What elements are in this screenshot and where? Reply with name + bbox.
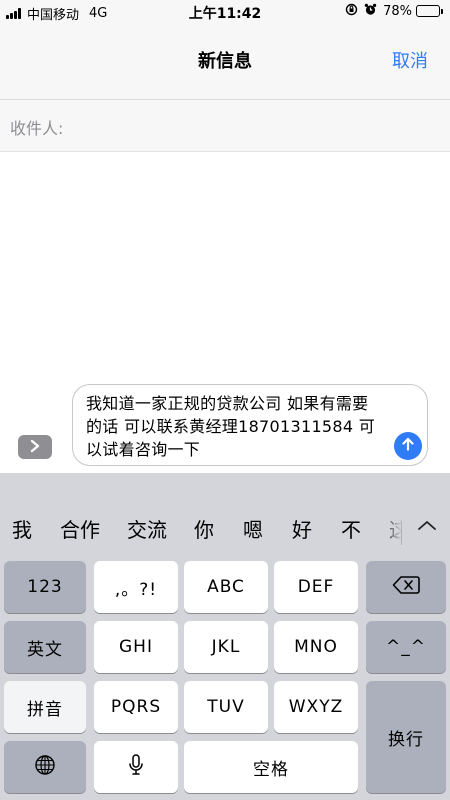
candidate-word[interactable]: 交流: [127, 518, 167, 542]
punctuation-key[interactable]: ,。?!: [94, 561, 178, 613]
candidate-word[interactable]: 我: [12, 518, 32, 542]
microphone-icon: [128, 753, 144, 782]
navigation-bar: 新信息 取消: [0, 24, 450, 100]
wxyz-key[interactable]: WXYZ: [274, 681, 358, 733]
message-input[interactable]: 我知道一家正规的贷款公司 如果有需要的话 可以联系黄经理18701311584 …: [72, 384, 428, 466]
pinyin-key[interactable]: 拼音: [4, 681, 86, 733]
space-key[interactable]: 空格: [184, 741, 358, 793]
english-key[interactable]: 英文: [4, 621, 86, 673]
battery-percent: 78%: [383, 3, 412, 19]
recipient-field[interactable]: 收件人:: [0, 100, 450, 152]
ghi-key[interactable]: GHI: [94, 621, 178, 673]
chevron-right-icon: [29, 438, 41, 457]
candidate-word[interactable]: 嗯: [243, 518, 263, 542]
abc-key[interactable]: ABC: [184, 561, 268, 613]
keyboard: 我 合作 交流 你 嗯 好 不 这 123 ,。?! ABC DEF 英文 GH…: [0, 473, 450, 800]
mno-key[interactable]: MNO: [274, 621, 358, 673]
candidate-bar: 我 合作 交流 你 嗯 好 不 这: [0, 473, 450, 553]
expand-candidates-button[interactable]: [412, 515, 442, 539]
emoticon-key[interactable]: ^_^: [366, 621, 446, 673]
def-key[interactable]: DEF: [274, 561, 358, 613]
battery-icon: [416, 5, 443, 17]
dictation-key[interactable]: [94, 741, 178, 793]
alarm-icon: [364, 3, 377, 19]
status-right: 78%: [345, 3, 443, 19]
globe-key[interactable]: [4, 741, 86, 793]
app-drawer-expand-button[interactable]: [18, 435, 52, 459]
candidate-word[interactable]: 合作: [60, 518, 100, 542]
send-button[interactable]: [394, 432, 422, 460]
globe-icon: [34, 754, 56, 781]
cancel-button[interactable]: 取消: [392, 47, 428, 73]
backspace-key[interactable]: [366, 561, 446, 613]
candidate-word[interactable]: 你: [194, 518, 214, 542]
page-title: 新信息: [198, 51, 252, 72]
orientation-lock-icon: [345, 3, 358, 19]
pqrs-key[interactable]: PQRS: [94, 681, 178, 733]
candidate-fade: [380, 513, 402, 549]
backspace-icon: [392, 575, 420, 600]
return-key[interactable]: 换行: [366, 681, 446, 793]
message-input-text: 我知道一家正规的贷款公司 如果有需要的话 可以联系黄经理18701311584 …: [86, 394, 376, 459]
arrow-up-icon: [400, 436, 416, 456]
status-bar: 中国移动 4G 上午11:42 78%: [0, 0, 450, 24]
candidate-divider: [401, 521, 402, 545]
message-thread-area: [0, 152, 450, 377]
chevron-up-icon: [412, 521, 442, 541]
jkl-key[interactable]: JKL: [184, 621, 268, 673]
candidate-word[interactable]: 好: [292, 518, 312, 542]
recipient-label: 收件人:: [10, 119, 64, 138]
tuv-key[interactable]: TUV: [184, 681, 268, 733]
numbers-key[interactable]: 123: [4, 561, 86, 613]
candidate-word[interactable]: 不: [341, 518, 361, 542]
